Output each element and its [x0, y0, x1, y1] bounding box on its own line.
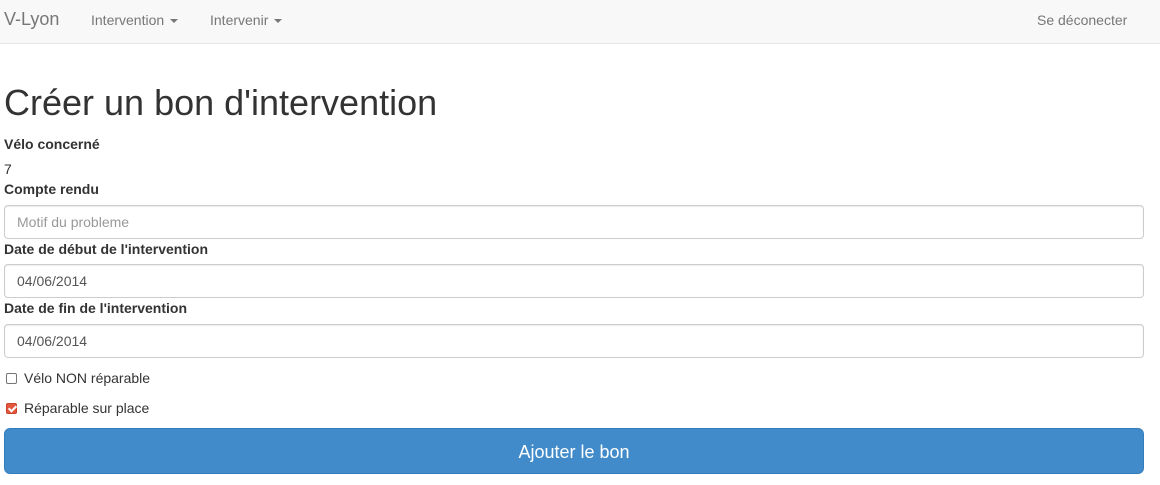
logout-link[interactable]: Se déconecter: [1037, 12, 1127, 28]
date-debut-input[interactable]: [4, 264, 1144, 298]
checkbox-reparable-sur-place-box[interactable]: [6, 402, 17, 414]
checkbox-reparable-sur-place-label: Réparable sur place: [24, 400, 150, 416]
date-debut-label: Date de début de l'intervention: [4, 241, 209, 257]
checkbox-non-reparable-label: Vélo NON réparable: [24, 370, 151, 386]
page-title: Créer un bon d'intervention: [4, 82, 438, 123]
brand-link[interactable]: V-Lyon: [4, 9, 59, 29]
add-bon-button[interactable]: Ajouter le bon: [4, 428, 1144, 474]
date-fin-input[interactable]: [4, 324, 1144, 358]
checkbox-non-reparable-box[interactable]: [6, 372, 17, 384]
checkbox-non-reparable[interactable]: Vélo NON réparable: [6, 370, 150, 386]
velo-value: 7: [4, 161, 12, 177]
caret-down-icon: [274, 18, 283, 23]
checkbox-reparable-sur-place[interactable]: Réparable sur place: [6, 400, 149, 416]
nav-menu-intervenir-label: Intervenir: [210, 12, 269, 28]
nav-menu-intervention-label: Intervention: [91, 12, 165, 28]
top-navbar: V-Lyon Intervention Intervenir Se décone…: [0, 0, 1160, 44]
nav-menu-intervenir[interactable]: Intervenir: [210, 12, 283, 28]
date-fin-label: Date de fin de l'intervention: [4, 300, 188, 316]
velo-label: Vélo concerné: [4, 136, 100, 152]
nav-menu-intervention[interactable]: Intervention: [91, 12, 179, 28]
caret-down-icon: [170, 18, 179, 23]
compte-rendu-label: Compte rendu: [4, 181, 99, 197]
compte-rendu-input[interactable]: [4, 205, 1144, 239]
